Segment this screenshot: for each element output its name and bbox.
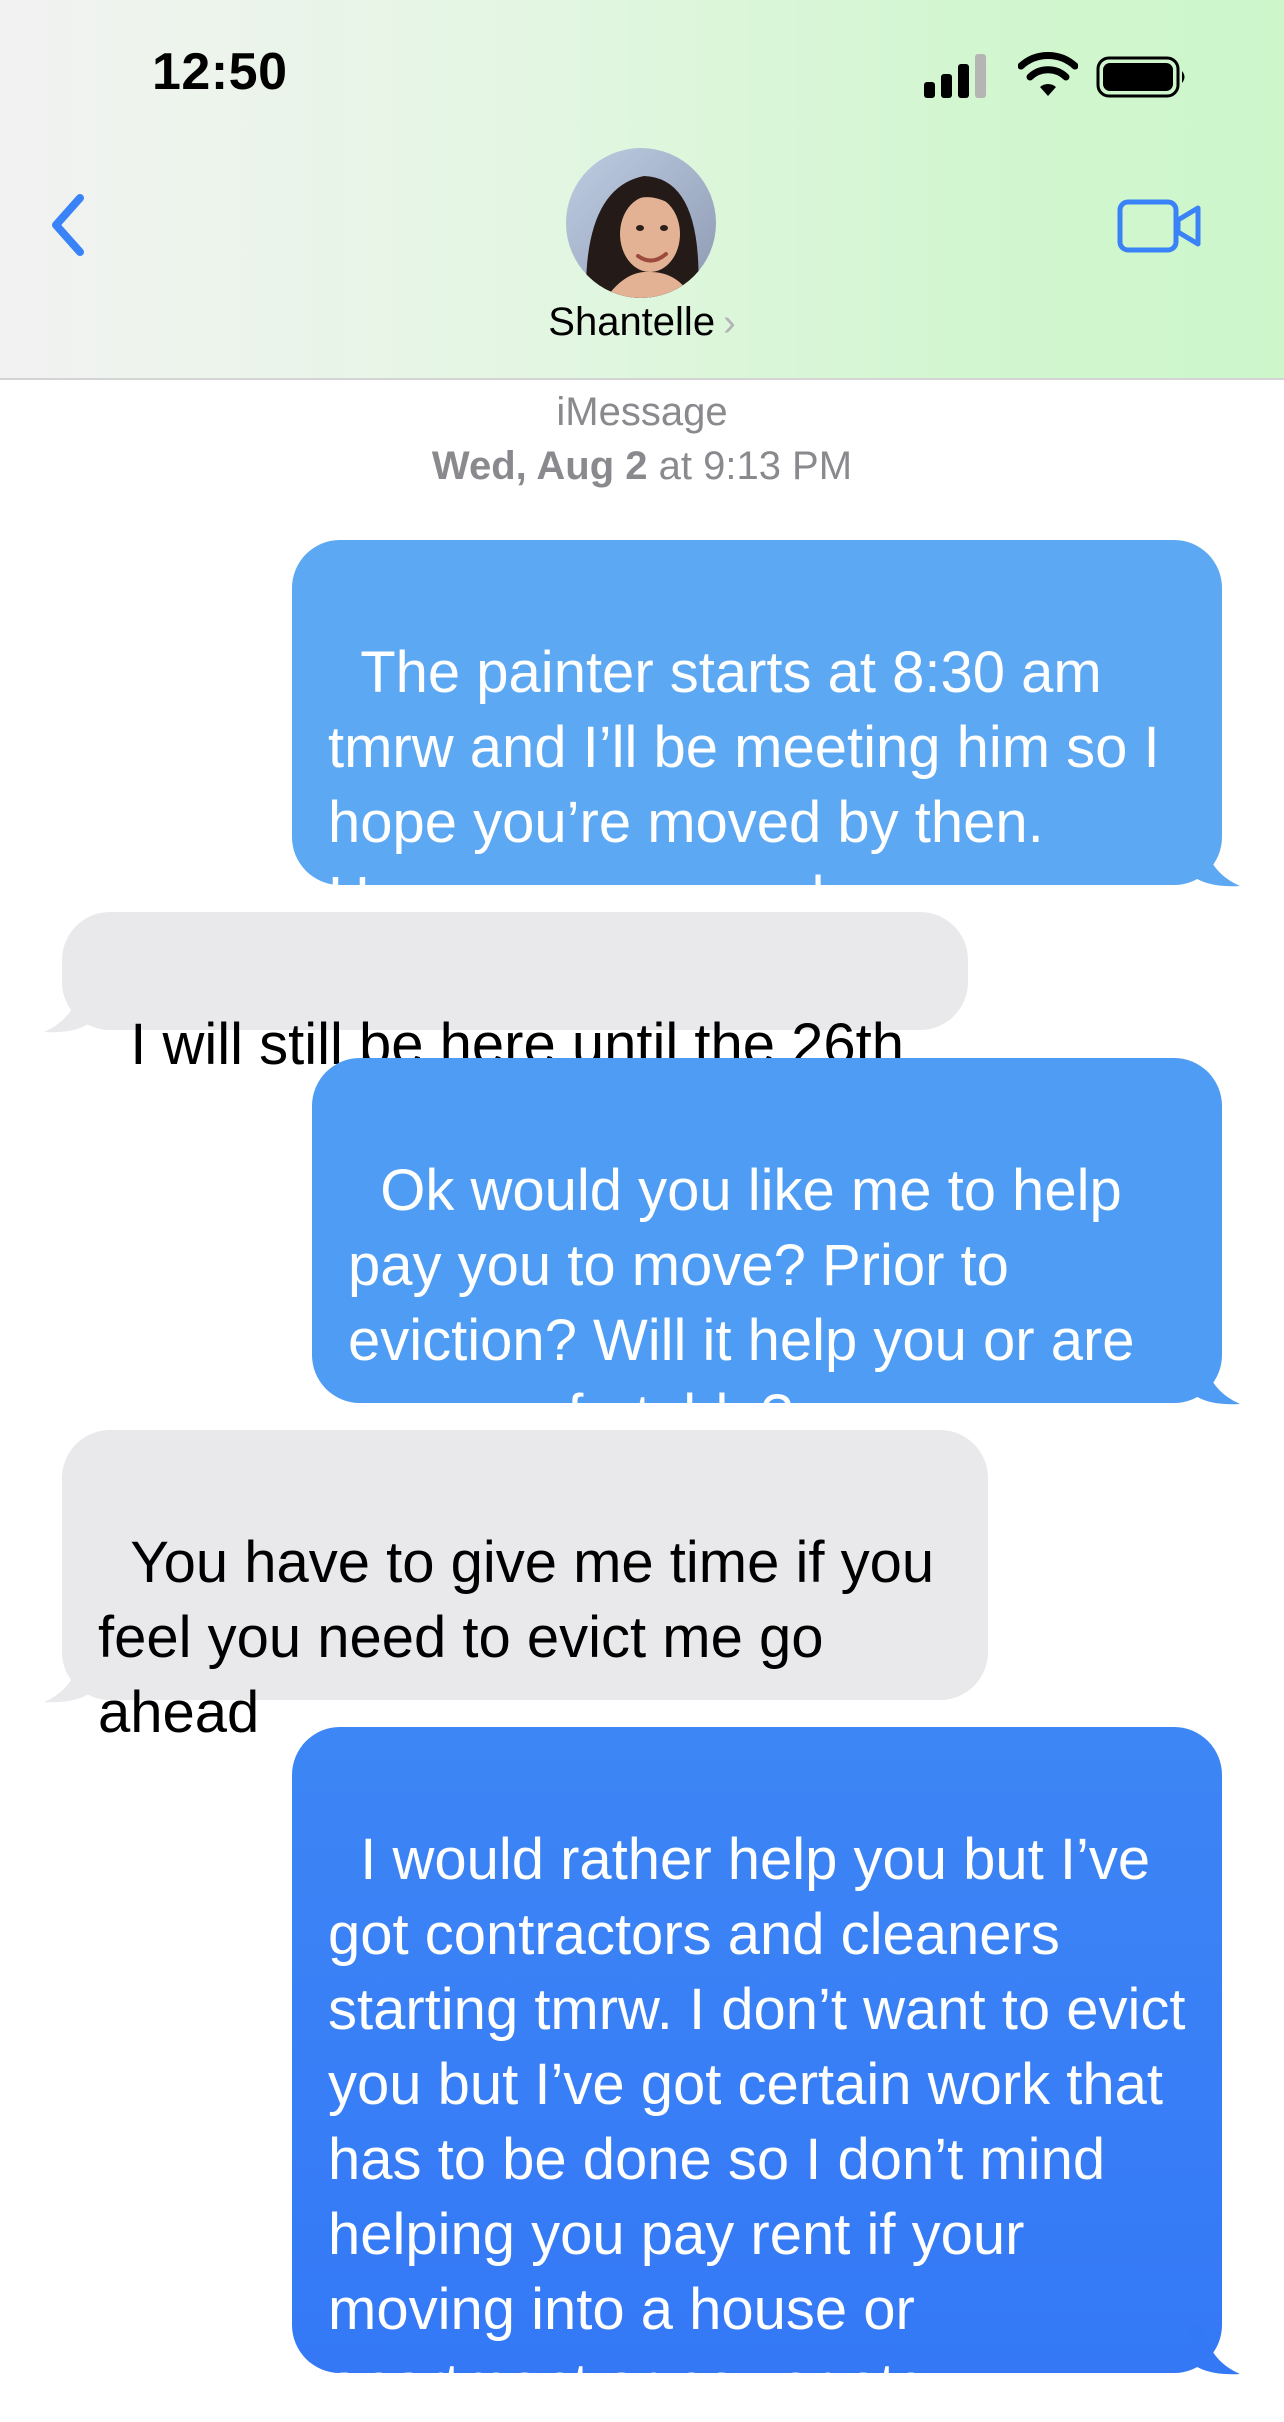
bubble-tail <box>1190 1356 1240 1405</box>
service-label: iMessage <box>556 390 728 434</box>
message-text: Ok would you like me to help pay you to … <box>348 1158 1151 1448</box>
message-text: I would rather help you but I’ve got con… <box>328 1827 1202 2417</box>
contact-photo <box>566 148 716 298</box>
chevron-right-icon: › <box>723 302 736 344</box>
video-call-button[interactable] <box>1116 196 1204 256</box>
avatar[interactable] <box>566 148 716 298</box>
cellular-signal-icon <box>924 52 990 100</box>
contact-name-button[interactable]: Shantelle › <box>0 300 1284 345</box>
bubble-tail <box>1190 838 1240 887</box>
back-button[interactable] <box>40 180 100 270</box>
status-time: 12:50 <box>152 43 288 101</box>
battery-icon <box>1096 56 1185 98</box>
sent-message-bubble[interactable]: Ok would you like me to help pay you to … <box>312 1058 1222 1448</box>
timestamp: Wed, Aug 2 at 9:13 PM <box>0 444 1284 489</box>
wifi-icon <box>1018 52 1078 96</box>
message-text: You have to give me time if you feel you… <box>98 1530 951 1745</box>
bubble-tail <box>1190 2326 1240 2375</box>
received-message-bubble[interactable]: You have to give me time if you feel you… <box>62 1430 988 1745</box>
sent-message-bubble[interactable]: I would rather help you but I’ve got con… <box>292 1727 1222 2417</box>
status-icons <box>924 52 1185 102</box>
sent-message-bubble[interactable]: The painter starts at 8:30 am tmrw and I… <box>292 540 1222 930</box>
message-text: The painter starts at 8:30 am tmrw and I… <box>328 640 1176 930</box>
contact-name: Shantelle <box>548 300 716 344</box>
bubble-tail <box>44 1654 94 1703</box>
timestamp-time: at 9:13 PM <box>647 444 853 488</box>
conversation-header: 12:50 Shantelle › <box>0 0 1284 380</box>
received-message-bubble[interactable]: I will still be here until the 26th <box>62 912 968 1077</box>
timestamp-day: Wed, Aug 2 <box>431 444 648 488</box>
bubble-tail <box>44 984 94 1033</box>
